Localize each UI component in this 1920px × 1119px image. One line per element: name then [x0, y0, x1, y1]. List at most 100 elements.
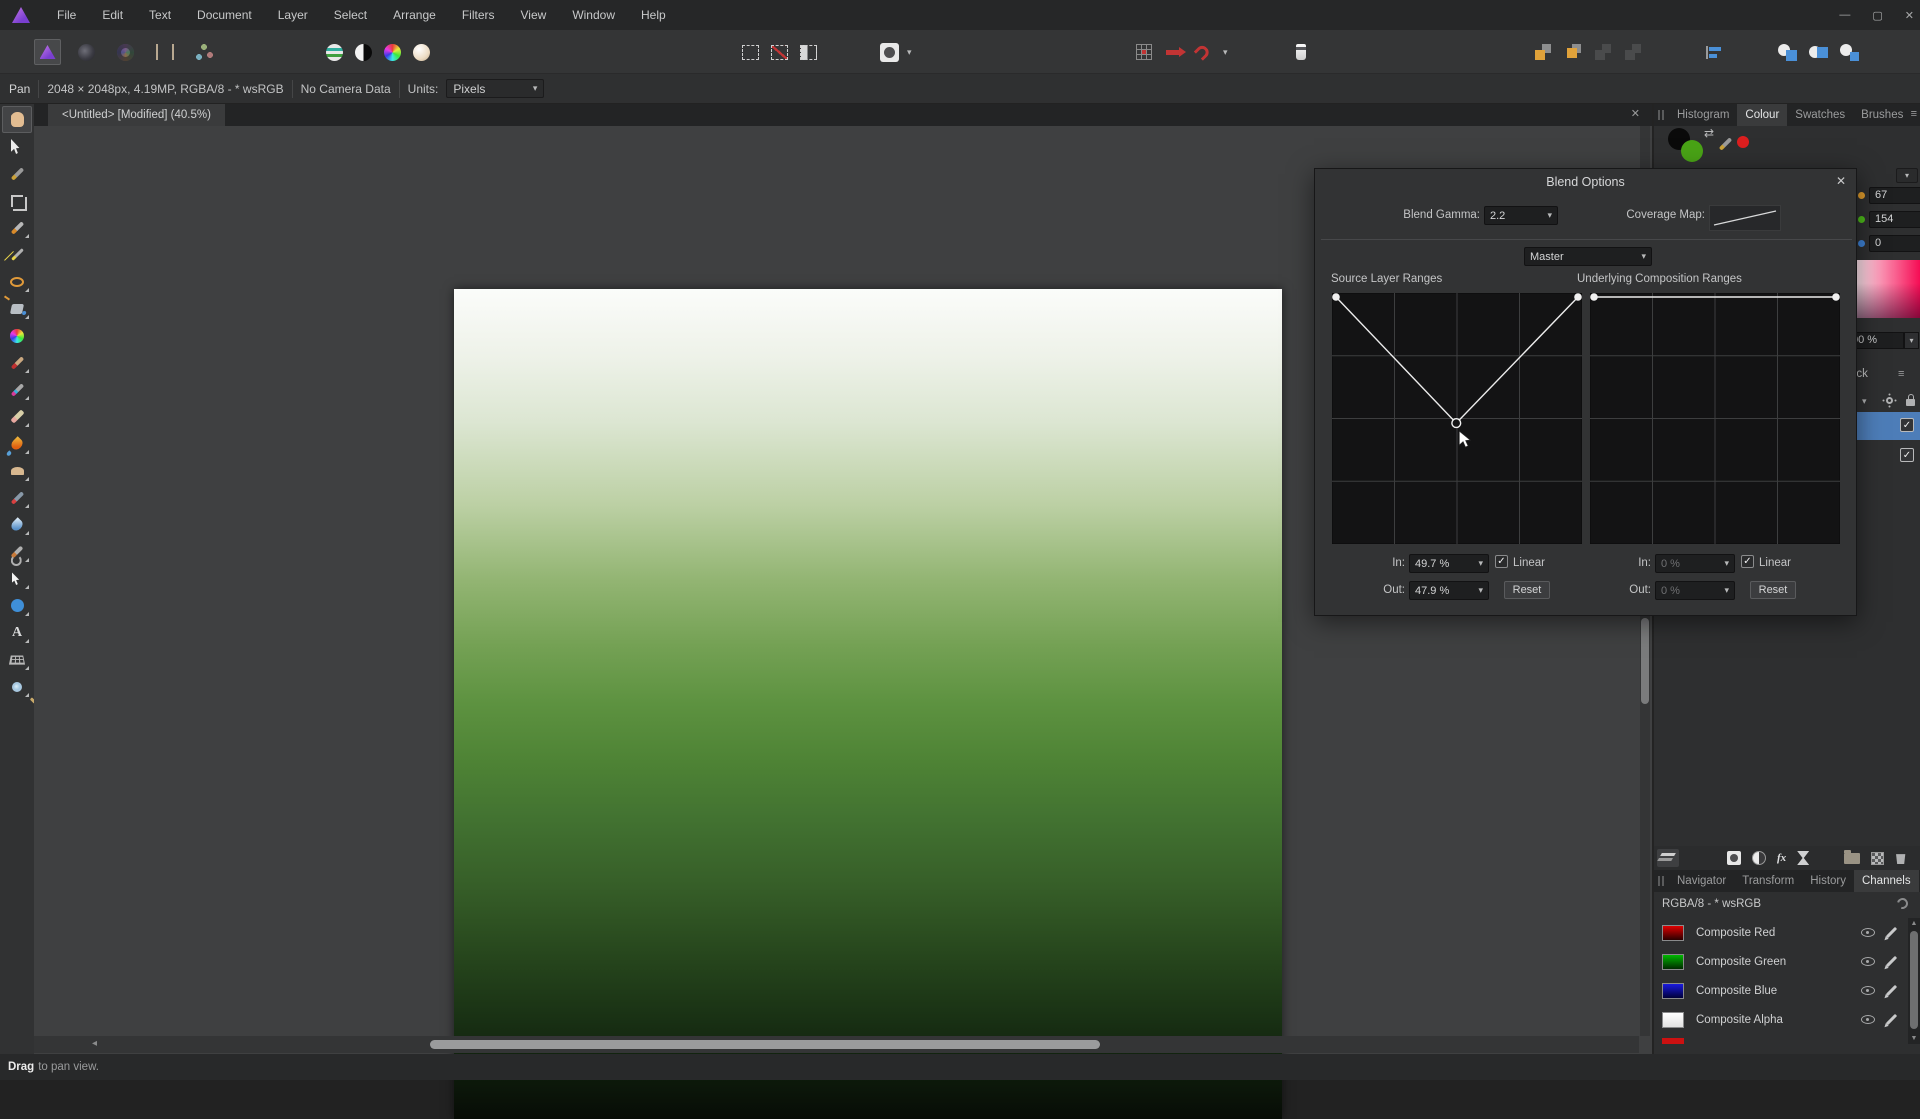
source-linear-checkbox[interactable]: ✓	[1495, 555, 1508, 568]
scroll-up-icon[interactable]: ▲	[1909, 920, 1919, 927]
underlying-out-select[interactable]: 0 % ▾	[1655, 581, 1735, 600]
export-persona-button[interactable]	[190, 39, 217, 65]
underlying-in-select[interactable]: 0 % ▾	[1655, 554, 1735, 573]
menu-layer[interactable]: Layer	[265, 0, 321, 30]
live-filter-icon[interactable]: fx	[1777, 852, 1786, 864]
geometry-subtract-icon[interactable]	[1809, 44, 1828, 61]
clone-brush-tool[interactable]	[2, 484, 32, 511]
photo-persona-button[interactable]	[34, 39, 61, 65]
menu-window[interactable]: Window	[559, 0, 628, 30]
window-close-icon[interactable]: ✕	[1905, 9, 1914, 22]
pencil-icon[interactable]	[1886, 985, 1897, 996]
invert-selection-icon[interactable]	[800, 45, 817, 60]
layer-visibility-checkbox[interactable]: ✓	[1900, 448, 1914, 462]
auto-colour-icon[interactable]	[384, 44, 401, 61]
adjustment-icon[interactable]	[1727, 851, 1741, 865]
eye-icon[interactable]	[1861, 928, 1875, 937]
tab-history[interactable]: History	[1802, 870, 1854, 892]
menu-edit[interactable]: Edit	[89, 0, 136, 30]
channel-slider-1-handle-icon[interactable]	[1858, 192, 1865, 199]
lock-icon[interactable]	[1906, 399, 1915, 406]
gear-icon[interactable]	[1886, 397, 1893, 404]
dialog-close-icon[interactable]: ✕	[1836, 174, 1846, 188]
snapping-presets-icon[interactable]	[1166, 50, 1180, 55]
select-all-icon[interactable]	[742, 45, 759, 60]
flood-fill-tool[interactable]	[2, 295, 32, 322]
recent-colour-swatch[interactable]	[1737, 136, 1749, 148]
channel-slider-2-handle-icon[interactable]	[1858, 216, 1865, 223]
scroll-left-arrow-icon[interactable]: ◂	[92, 1038, 97, 1049]
channel-slider-3-handle-icon[interactable]	[1858, 240, 1865, 247]
menu-help[interactable]: Help	[628, 0, 679, 30]
tab-channels[interactable]: Channels	[1854, 870, 1919, 892]
layers-icon[interactable]	[1657, 849, 1679, 867]
crop-tool[interactable]	[2, 187, 32, 214]
tab-brushes[interactable]: Brushes	[1853, 104, 1911, 126]
menu-select[interactable]: Select	[321, 0, 380, 30]
healing-brush-tool[interactable]	[2, 538, 32, 565]
alignment-icon[interactable]	[1706, 46, 1721, 59]
vertical-scrollbar-thumb[interactable]	[1641, 618, 1649, 704]
zoom-tool[interactable]	[2, 673, 32, 700]
window-minimize-icon[interactable]: —	[1839, 9, 1850, 21]
delete-icon[interactable]	[1895, 852, 1906, 864]
eye-icon[interactable]	[1861, 957, 1875, 966]
underlying-ranges-curve[interactable]	[1590, 293, 1840, 544]
tab-transform[interactable]: Transform	[1734, 870, 1802, 892]
gradient-tool[interactable]	[2, 322, 32, 349]
move-forward-icon[interactable]	[1564, 43, 1582, 61]
geometry-intersect-icon[interactable]	[1840, 44, 1859, 61]
tone-mapping-persona-button[interactable]	[151, 39, 178, 65]
snapping-magnet-icon[interactable]	[1194, 43, 1212, 61]
freehand-selection-tool[interactable]	[2, 268, 32, 295]
colour-picker-icon[interactable]	[1719, 137, 1732, 150]
tab-histogram[interactable]: Histogram	[1669, 104, 1737, 126]
underlying-reset-button[interactable]: Reset	[1750, 581, 1796, 599]
document-tab[interactable]: <Untitled> [Modified] (40.5%)	[48, 104, 225, 126]
coverage-map-graph[interactable]	[1709, 205, 1781, 231]
colour-picker-tool[interactable]	[2, 160, 32, 187]
auto-levels-icon[interactable]	[326, 44, 343, 61]
source-in-select[interactable]: 49.7 % ▾	[1409, 554, 1489, 573]
blur-brush-tool[interactable]	[2, 511, 32, 538]
channel-row[interactable]: Composite Alpha	[1654, 1005, 1906, 1034]
grid-icon[interactable]	[1136, 44, 1152, 60]
source-reset-button[interactable]: Reset	[1504, 581, 1550, 599]
swap-colours-icon[interactable]: ⇄	[1704, 126, 1714, 140]
menu-filters[interactable]: Filters	[449, 0, 508, 30]
refresh-icon[interactable]	[1895, 896, 1910, 911]
units-select[interactable]: Pixels ▾	[446, 79, 544, 98]
channel-slider-1-value[interactable]: 67	[1869, 187, 1920, 204]
colour-panel-dropdown[interactable]: ▾	[1896, 168, 1918, 183]
layer-options-caret-icon[interactable]: ▾	[1862, 396, 1867, 407]
text-tool[interactable]: A	[2, 619, 32, 646]
folder-icon[interactable]	[1844, 853, 1860, 864]
pencil-icon[interactable]	[1886, 956, 1897, 967]
liquify-persona-button[interactable]	[73, 39, 100, 65]
foreground-colour-swatch[interactable]	[1681, 140, 1703, 162]
dodge-brush-tool[interactable]	[2, 457, 32, 484]
menu-arrange[interactable]: Arrange	[380, 0, 449, 30]
tab-colour[interactable]: Colour	[1737, 104, 1787, 126]
panel-grip[interactable]	[1658, 110, 1666, 120]
auto-contrast-icon[interactable]	[355, 44, 372, 61]
channel-slider-2-value[interactable]: 154	[1869, 211, 1920, 228]
channel-row[interactable]: Composite Blue	[1654, 976, 1906, 1005]
layer-opacity-caret-icon[interactable]: ▾	[1904, 332, 1919, 349]
paint-brush-tool[interactable]	[2, 349, 32, 376]
snapping-caret-icon[interactable]: ▾	[1223, 47, 1228, 58]
quick-mask-icon[interactable]	[880, 43, 899, 62]
scroll-down-icon[interactable]: ▼	[1909, 1035, 1919, 1042]
mesh-warp-tool[interactable]	[2, 646, 32, 673]
quick-mask-caret-icon[interactable]: ▾	[907, 47, 912, 58]
layer-visibility-checkbox[interactable]: ✓	[1900, 418, 1914, 432]
auto-white-balance-icon[interactable]	[413, 44, 430, 61]
horizontal-scrollbar-thumb[interactable]	[430, 1040, 1100, 1049]
mask-icon[interactable]	[1752, 851, 1766, 865]
source-out-select[interactable]: 47.9 % ▾	[1409, 581, 1489, 600]
colour-field[interactable]	[1850, 260, 1920, 318]
eye-icon[interactable]	[1861, 1015, 1875, 1024]
pencil-icon[interactable]	[1886, 1014, 1897, 1025]
menu-document[interactable]: Document	[184, 0, 265, 30]
horizontal-scrollbar[interactable]: ◂	[34, 1036, 1639, 1053]
